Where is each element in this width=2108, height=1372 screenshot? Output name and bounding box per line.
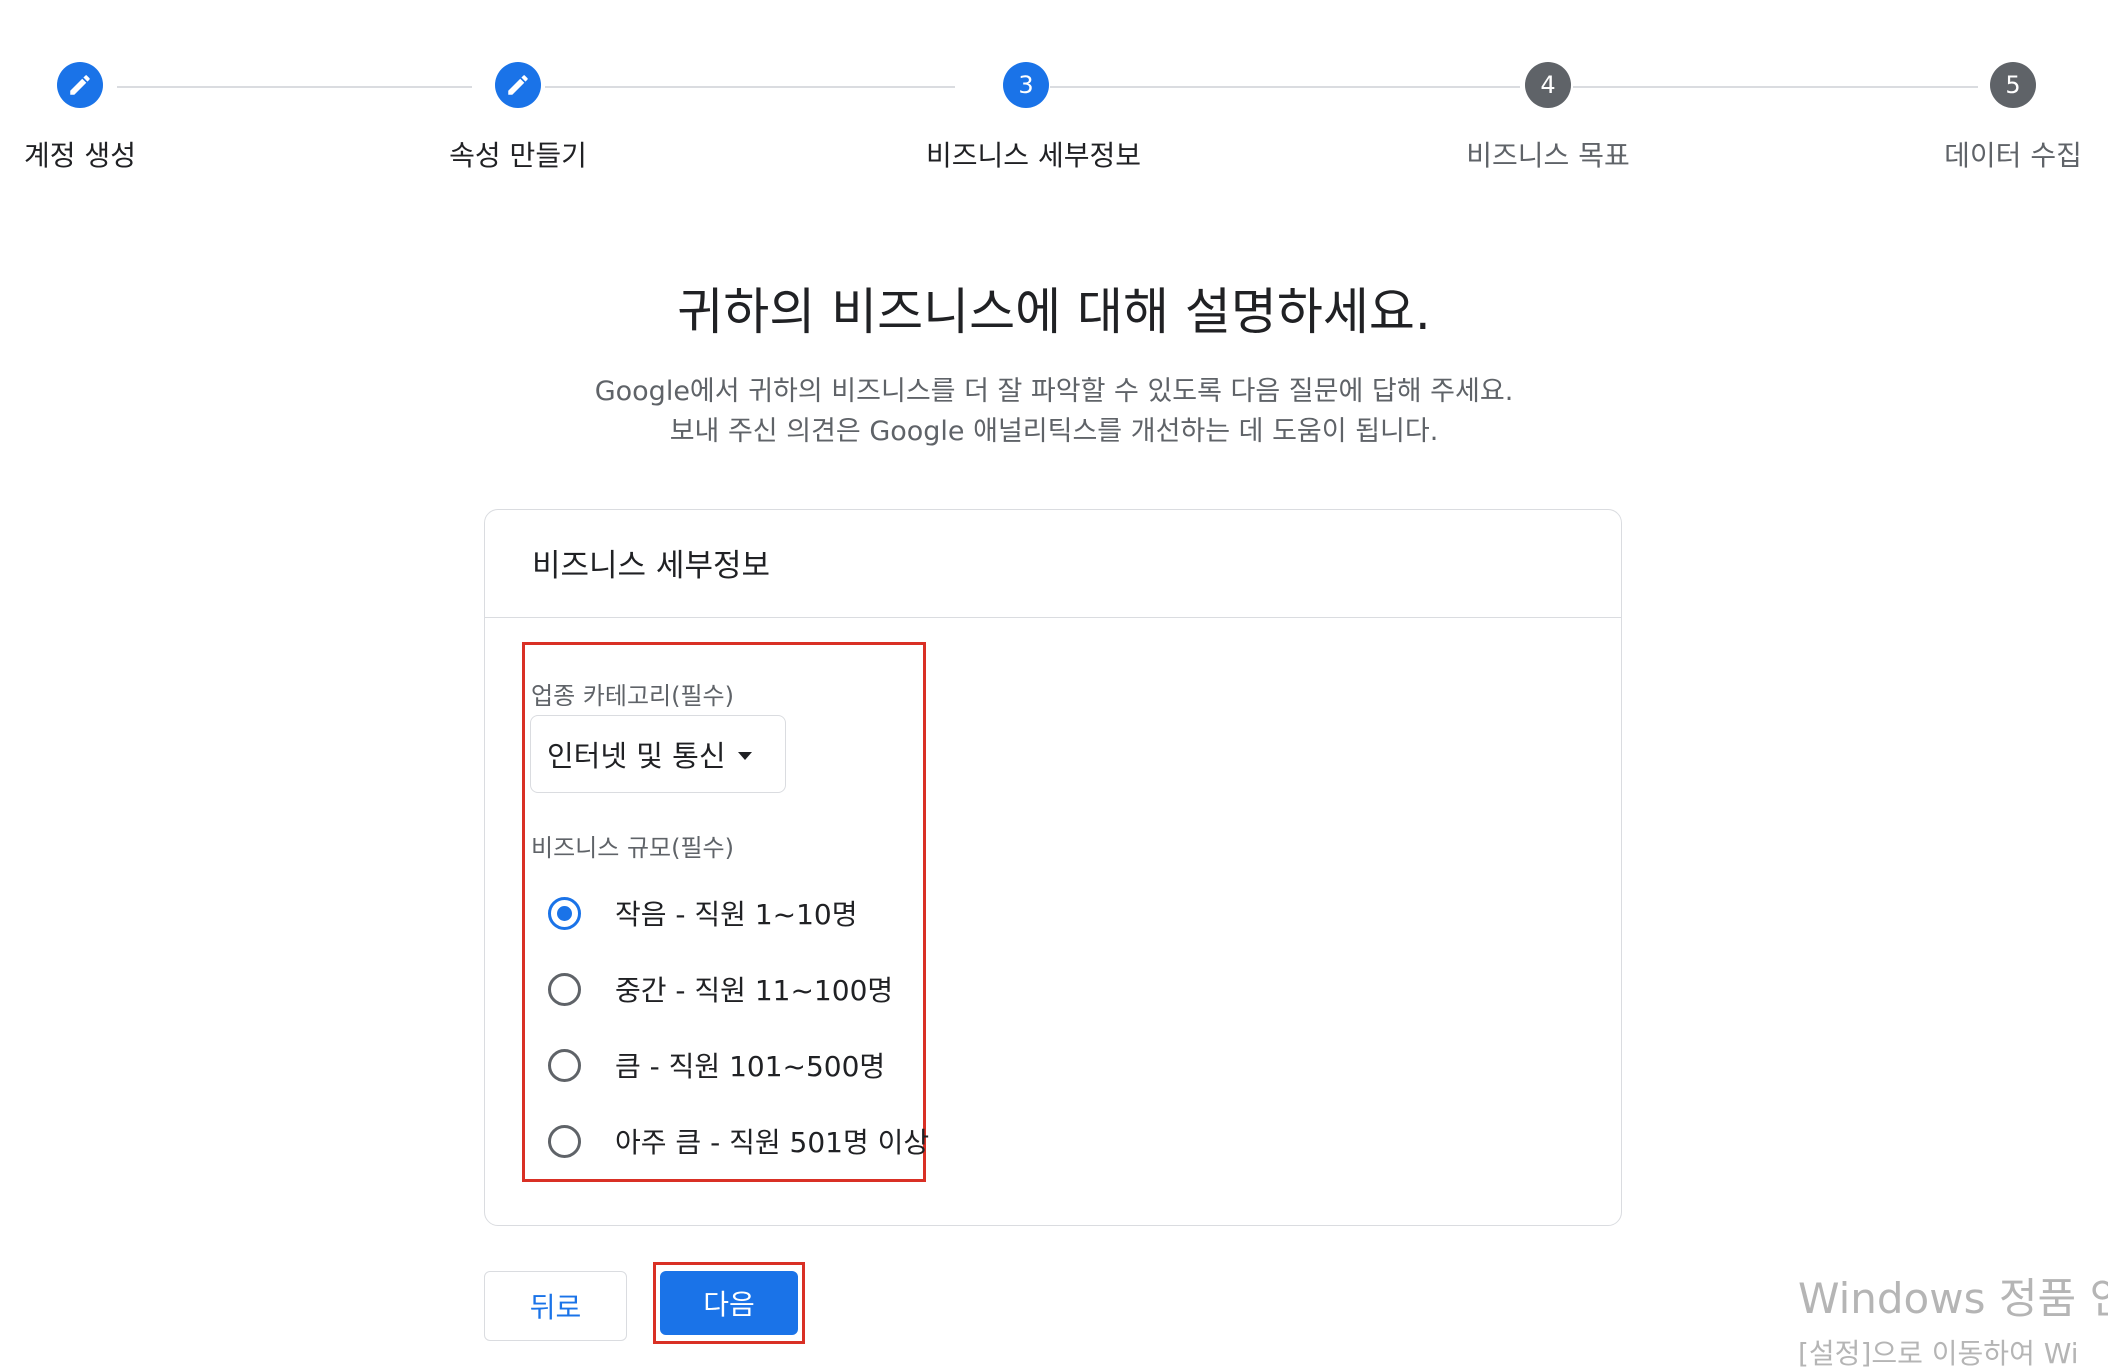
step-label: 계정 생성 [24,139,136,172]
industry-category-value: 인터넷 및 통신 [547,739,726,773]
business-size-label: 비즈니스 규모(필수) [531,834,734,862]
step-label: 비즈니스 세부정보 [926,139,1141,172]
back-button[interactable]: 뒤로 [484,1271,627,1341]
pencil-icon [495,62,541,108]
page-description: Google에서 귀하의 비즈니스를 더 잘 파악할 수 있도록 다음 질문에 … [0,372,2108,452]
watermark-line: Windows 정품 인 [1798,1274,2108,1323]
stepper: 계정 생성 속성 만들기 3 비즈니스 세부정보 4 비즈니스 목표 5 데이터… [0,0,2108,200]
card-title: 비즈니스 세부정보 [485,510,1621,618]
description-line: Google에서 귀하의 비즈니스를 더 잘 파악할 수 있도록 다음 질문에 … [594,376,1514,407]
step-business-goals: 4 비즈니스 목표 [1448,62,1648,174]
size-option-label: 작음 - 직원 1~10명 [615,898,858,931]
windows-activation-watermark: Windows 정품 인 [설정]으로 이동하여 Wi [1798,1265,2108,1372]
size-option-label: 큼 - 직원 101~500명 [615,1050,886,1083]
radio-button[interactable] [548,896,581,930]
size-option-very-large[interactable]: 아주 큼 - 직원 501명 이상 [548,1119,929,1163]
step-label: 데이터 수집 [1944,139,2082,172]
step-account-create[interactable]: 계정 생성 [0,62,180,174]
next-button[interactable]: 다음 [660,1271,798,1335]
industry-category-dropdown[interactable]: 인터넷 및 통신 [530,715,786,793]
step-number: 4 [1525,62,1571,108]
next-button-highlight: 다음 [653,1262,805,1344]
step-property-create[interactable]: 속성 만들기 [418,62,618,174]
step-label: 속성 만들기 [449,139,587,172]
caret-down-icon [737,752,752,760]
pencil-icon [57,62,103,108]
step-label: 비즈니스 목표 [1466,139,1630,172]
industry-category-label: 업종 카테고리(필수) [531,682,734,710]
step-business-details: 3 비즈니스 세부정보 [926,62,1141,174]
radio-button[interactable] [548,1048,581,1082]
size-option-large[interactable]: 큼 - 직원 101~500명 [548,1043,885,1087]
description-line: 보내 주신 의견은 Google 애널리틱스를 개선하는 데 도움이 됩니다. [669,416,1439,447]
size-option-label: 중간 - 직원 11~100명 [615,974,894,1007]
radio-button[interactable] [548,1124,581,1158]
size-option-label: 아주 큼 - 직원 501명 이상 [615,1126,930,1159]
radio-button[interactable] [548,972,581,1006]
step-number: 5 [1990,62,2036,108]
step-number: 3 [1003,62,1049,108]
step-data-collection: 5 데이터 수집 [1913,62,2108,174]
size-option-medium[interactable]: 중간 - 직원 11~100명 [548,967,893,1011]
watermark-line: [설정]으로 이동하여 Wi [1798,1337,2079,1370]
page-title: 귀하의 비즈니스에 대해 설명하세요. [677,283,1431,341]
size-option-small[interactable]: 작음 - 직원 1~10명 [548,891,858,935]
